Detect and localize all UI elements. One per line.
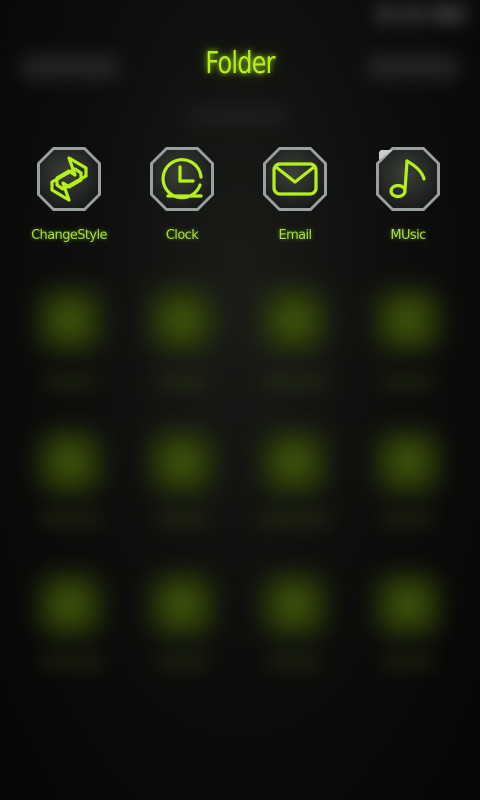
app-label: Clock [165, 228, 199, 243]
blurred-app-label [383, 658, 433, 666]
blurred-app-icon [40, 575, 100, 635]
blurred-app-icon [152, 290, 212, 350]
blurred-app-label [383, 515, 433, 523]
clock-readout [430, 7, 466, 21]
blurred-app-label [259, 515, 329, 523]
signal-icon [378, 7, 396, 21]
blurred-app-label [157, 378, 207, 386]
blurred-app-icon [378, 432, 438, 492]
launcher-screen: Folder ChangeStyle Clock Email MUsic [0, 0, 480, 800]
app-label: Email [278, 228, 312, 243]
blurred-app-label [157, 515, 207, 523]
change-style-icon[interactable] [35, 145, 103, 213]
blurred-app-icon [152, 575, 212, 635]
music-note-icon[interactable] [374, 145, 442, 213]
blurred-app-icon [152, 432, 212, 492]
status-bar [356, 4, 466, 24]
blurred-app-icon [40, 290, 100, 350]
wifi-icon [404, 7, 422, 21]
blurred-app-label [40, 515, 100, 523]
blurred-app-label [269, 658, 319, 666]
app-change-style[interactable]: ChangeStyle [13, 145, 125, 255]
blurred-app-label [45, 378, 95, 386]
blurred-app-icon [378, 575, 438, 635]
blurred-app-icon [264, 575, 324, 635]
app-label: MUsic [390, 228, 426, 243]
app-clock[interactable]: Clock [126, 145, 238, 255]
clock-icon[interactable] [148, 145, 216, 213]
blurred-app-icon [264, 432, 324, 492]
blurred-app-label [383, 378, 433, 386]
email-icon[interactable] [261, 145, 329, 213]
app-music[interactable]: MUsic [352, 145, 464, 255]
folder-title[interactable]: Folder [48, 46, 432, 81]
app-label: ChangeStyle [31, 228, 107, 243]
blurred-app-label [157, 658, 207, 666]
blurred-app-icon [40, 432, 100, 492]
app-email[interactable]: Email [239, 145, 351, 255]
blurred-app-label [264, 378, 326, 386]
blurred-app-icon [264, 290, 324, 350]
blurred-app-label [40, 658, 102, 666]
blurred-app-icon [378, 290, 438, 350]
blurred-page-indicator [188, 110, 288, 122]
blurred-home-background [0, 0, 480, 800]
